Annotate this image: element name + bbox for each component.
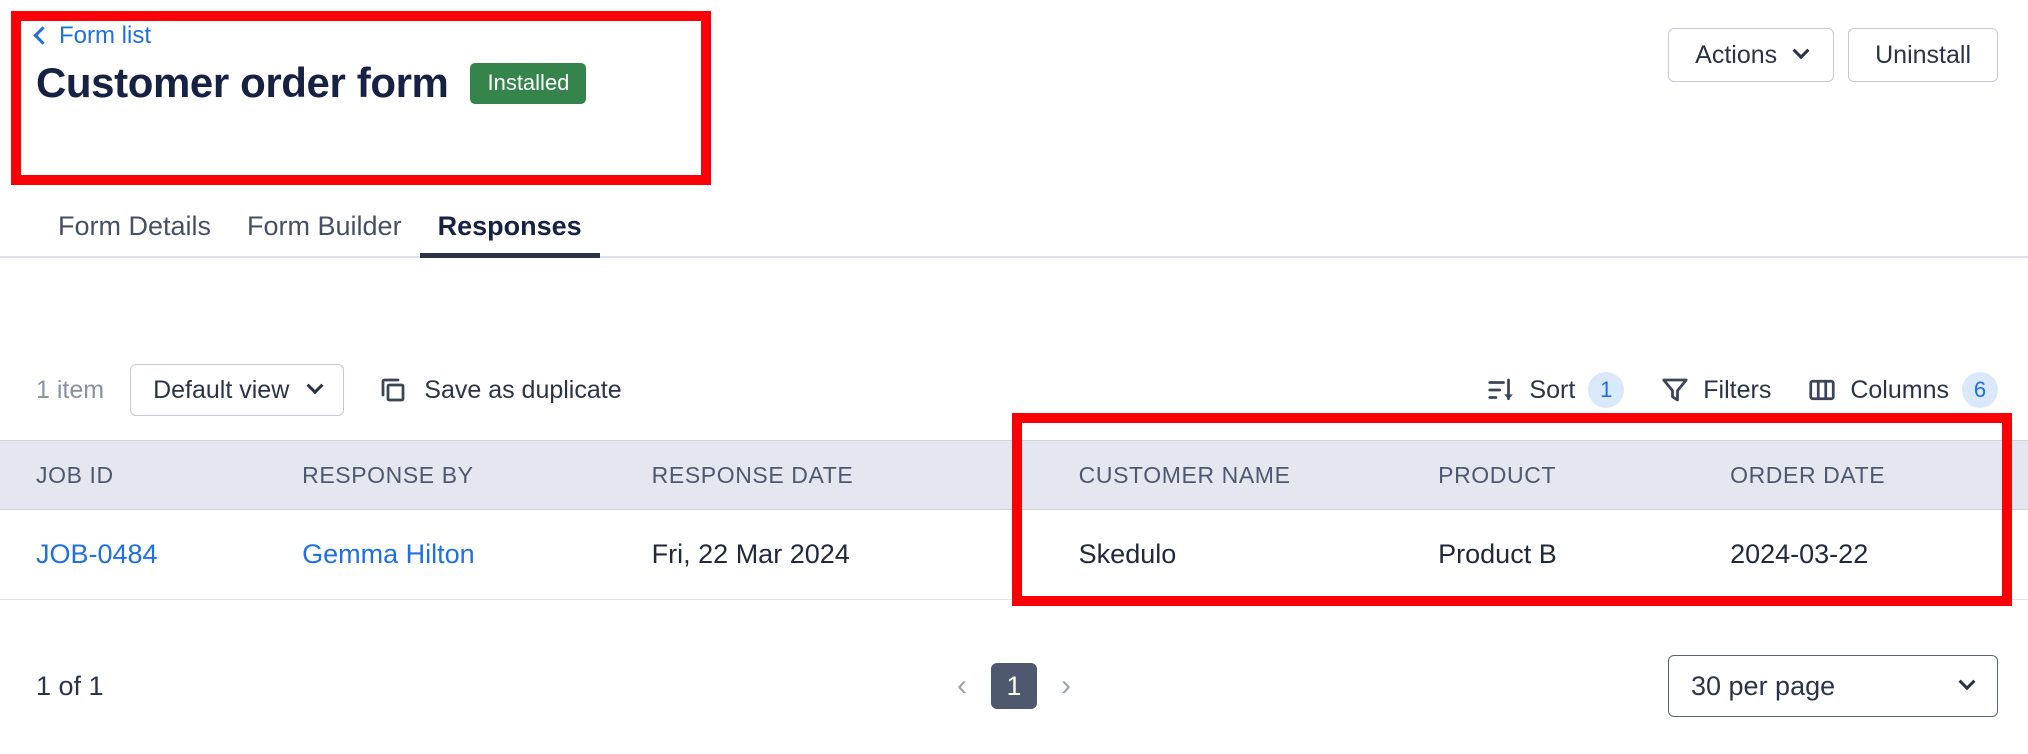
column-header-job-id[interactable]: JOB ID — [36, 462, 302, 489]
columns-icon — [1807, 375, 1837, 405]
app-page: Form list Customer order form Installed … — [0, 0, 2028, 754]
cell-order-date: 2024-03-22 — [1730, 539, 1869, 569]
result-range-label: 1 of 1 — [36, 670, 104, 701]
chevron-right-icon[interactable]: › — [1055, 667, 1077, 705]
actions-button-label: Actions — [1695, 40, 1778, 69]
header-actions: Actions Uninstall — [1668, 28, 1998, 82]
page-number-1[interactable]: 1 — [991, 663, 1037, 709]
filters-button[interactable]: Filters — [1660, 375, 1771, 405]
tab-responses[interactable]: Responses — [419, 211, 600, 258]
item-count-label: 1 item — [36, 375, 105, 404]
cell-response-date: Fri, 22 Mar 2024 — [651, 539, 850, 569]
chevron-left-icon — [33, 26, 52, 45]
cell-job-id[interactable]: JOB-0484 — [36, 539, 302, 570]
uninstall-button-label: Uninstall — [1875, 40, 1971, 69]
page-title: Customer order form — [36, 59, 449, 106]
columns-button[interactable]: Columns 6 — [1807, 372, 1998, 408]
view-selector[interactable]: Default view — [130, 364, 345, 416]
tab-form-details[interactable]: Form Details — [40, 211, 229, 256]
column-header-response-by[interactable]: RESPONSE BY — [302, 462, 652, 489]
toolbar-left-group: 1 item Default view Save as duplicate — [36, 364, 630, 416]
view-selector-label: Default view — [153, 375, 290, 404]
cell-customer-name: Skedulo — [1078, 539, 1177, 569]
funnel-icon — [1660, 375, 1690, 405]
uninstall-button[interactable]: Uninstall — [1848, 28, 1998, 82]
column-header-customer-name[interactable]: CUSTOMER NAME — [1079, 462, 1438, 489]
sort-button-label: Sort — [1529, 375, 1576, 404]
tab-form-builder[interactable]: Form Builder — [229, 211, 420, 256]
title-row: Customer order form Installed — [36, 59, 587, 106]
status-badge: Installed — [470, 62, 587, 104]
sort-button[interactable]: Sort 1 — [1486, 372, 1625, 408]
save-as-duplicate-label: Save as duplicate — [424, 375, 622, 404]
per-page-selector[interactable]: 30 per page — [1668, 655, 1998, 717]
column-header-response-date[interactable]: RESPONSE DATE — [652, 462, 1079, 489]
back-link-label: Form list — [59, 22, 151, 49]
chevron-down-icon — [306, 377, 324, 395]
chevron-down-icon — [1958, 673, 1976, 691]
tab-bar: Form Details Form Builder Responses — [0, 184, 2028, 258]
toolbar-right-group: Sort 1 Filters Columns 6 — [1486, 372, 1998, 408]
chevron-left-icon[interactable]: ‹ — [951, 667, 973, 705]
table-header-row: JOB ID RESPONSE BY RESPONSE DATE CUSTOME… — [0, 440, 2028, 510]
responses-table: JOB ID RESPONSE BY RESPONSE DATE CUSTOME… — [0, 440, 2028, 600]
column-header-order-date[interactable]: ORDER DATE — [1730, 462, 2028, 489]
cell-product: Product B — [1438, 539, 1557, 569]
page-header: Form list Customer order form Installed … — [0, 0, 2028, 184]
sort-count-badge: 1 — [1588, 372, 1625, 408]
columns-button-label: Columns — [1850, 375, 1949, 404]
sort-descending-icon — [1486, 375, 1516, 405]
copy-icon — [378, 375, 408, 405]
columns-count-badge: 6 — [1962, 372, 1998, 408]
filters-button-label: Filters — [1703, 375, 1772, 404]
cell-response-by[interactable]: Gemma Hilton — [302, 539, 652, 570]
chevron-down-icon — [1792, 42, 1810, 60]
back-to-form-list-link[interactable]: Form list — [33, 22, 151, 50]
per-page-label: 30 per page — [1691, 670, 1836, 701]
save-as-duplicate-button[interactable]: Save as duplicate — [370, 375, 629, 405]
column-header-product[interactable]: PRODUCT — [1438, 462, 1730, 489]
actions-button[interactable]: Actions — [1668, 28, 1835, 82]
pagination: ‹ 1 › — [951, 663, 1077, 709]
table-row[interactable]: JOB-0484 Gemma Hilton Fri, 22 Mar 2024 S… — [0, 510, 2028, 600]
list-toolbar: 1 item Default view Save as duplicate So… — [0, 350, 2028, 430]
table-footer: 1 of 1 ‹ 1 › 30 per page — [0, 618, 2028, 754]
